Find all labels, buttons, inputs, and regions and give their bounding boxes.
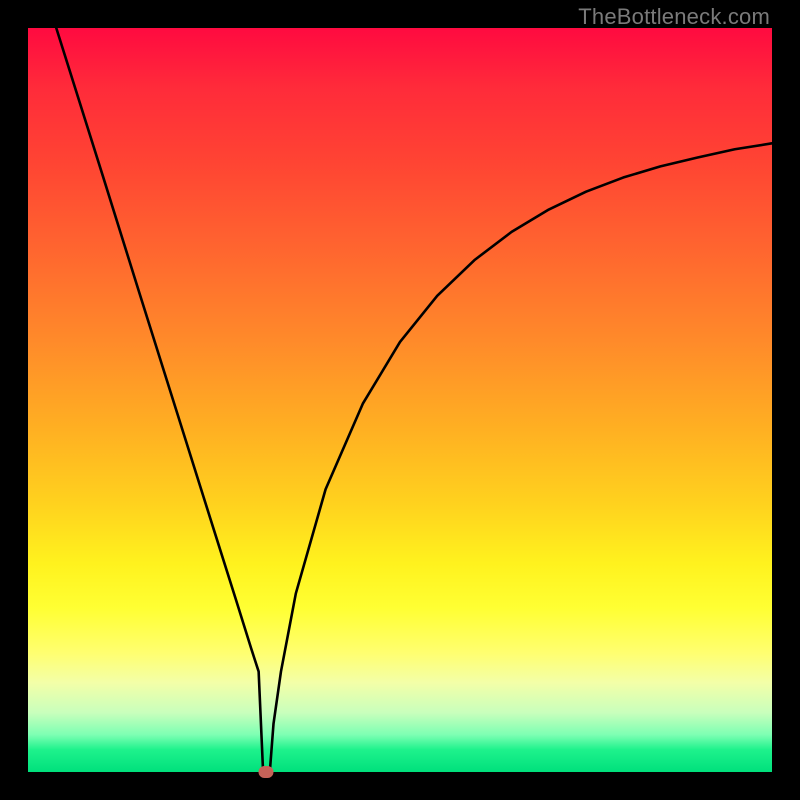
watermark-text: TheBottleneck.com <box>578 4 770 30</box>
plot-area <box>28 28 772 772</box>
chart-frame: TheBottleneck.com <box>0 0 800 800</box>
optimum-marker <box>259 766 274 778</box>
bottleneck-curve <box>28 28 772 772</box>
